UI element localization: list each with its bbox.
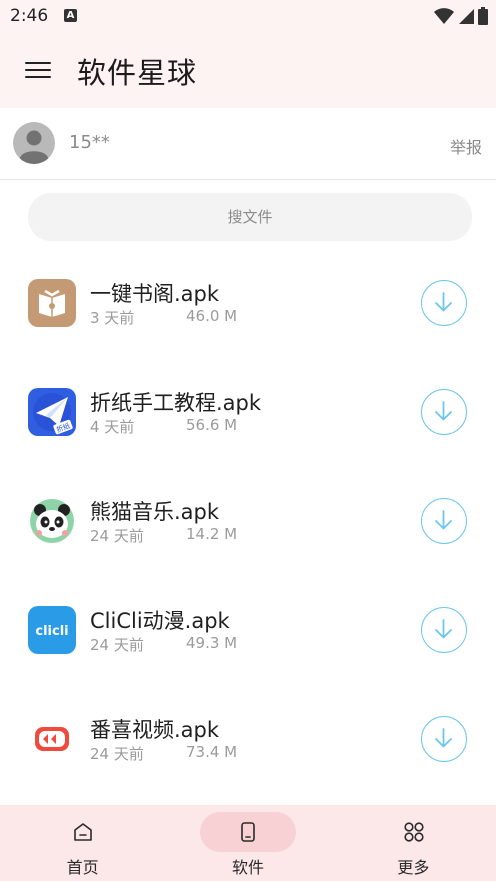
file-name: 折纸手工教程.apk <box>90 391 262 415</box>
list-item[interactable]: 熊猫音乐.apk 24 天前 14.2 M <box>0 466 496 575</box>
file-meta: 24 天前 73.4 M <box>90 743 237 764</box>
file-age: 4 天前 <box>90 418 135 436</box>
file-size: 49.3 M <box>186 634 238 652</box>
app-bar: 软件星球 <box>0 34 496 108</box>
panda-app-icon <box>28 497 76 545</box>
nav-item-more[interactable]: 更多 <box>331 805 496 881</box>
notification-icon: A <box>64 9 77 22</box>
list-item[interactable]: 番喜视频.apk 24 天前 73.4 M <box>0 684 496 793</box>
file-name: CliCli动漫.apk <box>90 609 230 633</box>
person-icon <box>20 130 48 164</box>
file-name: 一键书阁.apk <box>90 282 220 306</box>
download-button[interactable] <box>421 716 467 762</box>
nav-item-software[interactable]: 软件 <box>165 805 330 881</box>
file-name: 番喜视频.apk <box>90 718 220 742</box>
status-icons <box>434 7 488 25</box>
home-icon <box>74 823 92 841</box>
file-meta: 3 天前 46.0 M <box>90 307 237 328</box>
download-icon <box>435 292 452 312</box>
list-item[interactable]: 一键书阁.apk 3 天前 46.0 M <box>0 248 496 357</box>
status-bar: 2:46 A <box>0 0 496 34</box>
status-time: 2:46 <box>10 6 49 26</box>
download-button[interactable] <box>421 280 467 326</box>
download-button[interactable] <box>421 389 467 435</box>
phone-icon <box>241 822 256 842</box>
user-row: 15** 举报 <box>0 109 496 180</box>
search-input[interactable] <box>28 193 472 241</box>
download-icon <box>435 728 452 748</box>
clicli-app-icon: clicli <box>28 606 76 654</box>
battery-icon <box>478 7 488 25</box>
file-age: 24 天前 <box>90 745 144 763</box>
file-age: 3 天前 <box>90 309 135 327</box>
download-button[interactable] <box>421 498 467 544</box>
wifi-icon <box>434 8 454 24</box>
file-size: 14.2 M <box>186 525 238 543</box>
page-title: 软件星球 <box>77 56 198 90</box>
list-item[interactable]: 折纸 折纸手工教程.apk 4 天前 56.6 M <box>0 357 496 466</box>
download-icon <box>435 619 452 639</box>
list-item[interactable]: clicli CliCli动漫.apk 24 天前 49.3 M <box>0 575 496 684</box>
report-button[interactable]: 举报 <box>450 134 482 158</box>
signal-icon <box>459 9 474 24</box>
nav-label: 更多 <box>397 858 430 877</box>
file-age: 24 天前 <box>90 636 144 654</box>
nav-label: 首页 <box>66 858 99 877</box>
file-meta: 24 天前 14.2 M <box>90 525 237 546</box>
file-meta: 24 天前 49.3 M <box>90 634 237 655</box>
file-age: 24 天前 <box>90 527 144 545</box>
bottom-nav: 首页 软件 更多 <box>0 805 496 881</box>
paper-plane-app-icon: 折纸 <box>28 388 76 436</box>
book-app-icon <box>28 279 76 327</box>
svg-text:clicli: clicli <box>35 624 68 639</box>
nav-item-home[interactable]: 首页 <box>0 805 165 881</box>
grid-icon <box>404 822 424 842</box>
download-button[interactable] <box>421 607 467 653</box>
user-name: 15** <box>69 132 110 153</box>
hamburger-icon[interactable] <box>22 58 54 84</box>
video-app-icon <box>28 715 76 763</box>
download-icon <box>435 510 452 530</box>
file-size: 56.6 M <box>186 416 238 434</box>
file-size: 73.4 M <box>186 743 238 761</box>
file-name: 熊猫音乐.apk <box>90 500 220 524</box>
file-size: 46.0 M <box>186 307 238 325</box>
nav-label: 软件 <box>231 858 264 877</box>
file-list: 一键书阁.apk 3 天前 46.0 M 折纸 折纸手工教程.apk 4 天前 … <box>0 248 496 793</box>
download-icon <box>435 401 452 421</box>
screen: 2:46 A 软件星球 15** 举报 搜文件 一键书阁.apk 3 天前 46… <box>0 0 496 881</box>
file-meta: 4 天前 56.6 M <box>90 416 237 437</box>
avatar[interactable] <box>13 122 55 164</box>
